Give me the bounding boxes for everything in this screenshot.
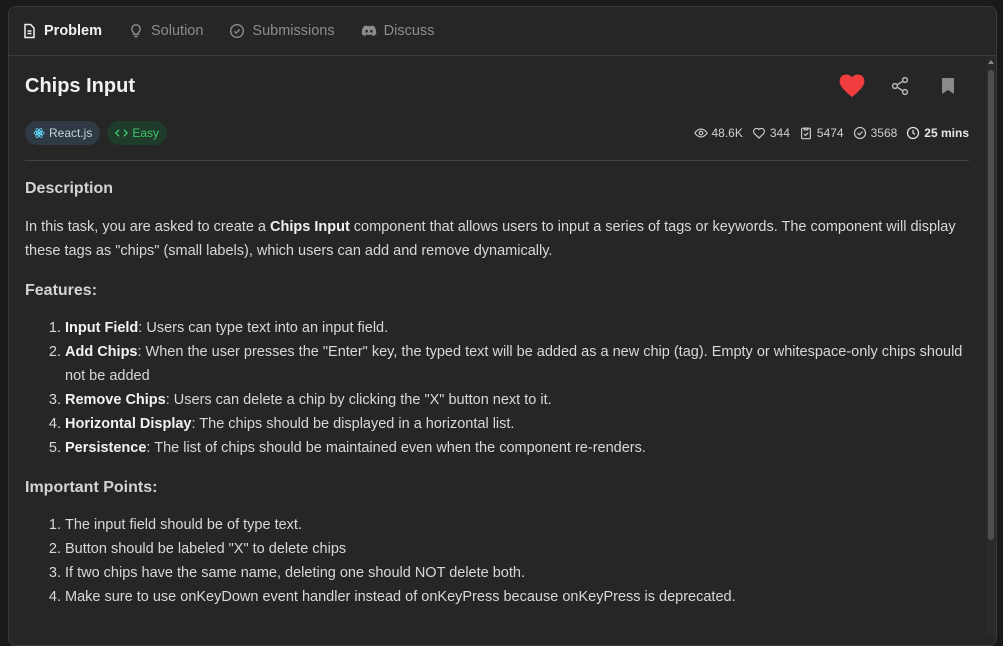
divider (25, 160, 969, 161)
difficulty-label: Easy (132, 126, 160, 140)
list-item: If two chips have the same name, deletin… (65, 561, 969, 585)
list-item: Remove Chips: Users can delete a chip by… (65, 388, 969, 412)
list-item: Add Chips: When the user presses the "En… (65, 340, 969, 388)
list-item: Horizontal Display: The chips should be … (65, 412, 969, 436)
bookmark-icon (942, 78, 954, 94)
discord-icon (361, 25, 376, 37)
list-item: The input field should be of type text. (65, 513, 969, 537)
description-heading: Description (25, 180, 114, 197)
tab-problem[interactable]: Problem (21, 23, 102, 39)
react-icon (33, 128, 45, 138)
scroll-up-icon[interactable] (988, 60, 994, 64)
list-item: Make sure to use onKeyDown event handler… (65, 585, 969, 609)
important-list: The input field should be of type text. … (25, 513, 969, 609)
list-item: Button should be labeled "X" to delete c… (65, 537, 969, 561)
share-icon (891, 76, 909, 96)
tech-tag-label: React.js (49, 126, 93, 140)
time-stat: 25 mins (906, 126, 969, 140)
list-item: Persistence: The list of chips should be… (65, 436, 969, 460)
scrollbar[interactable] (986, 56, 996, 636)
tab-discuss[interactable]: Discuss (361, 23, 435, 39)
tab-label: Problem (44, 23, 103, 39)
document-icon (24, 23, 35, 39)
problem-stats: 48.6K 344 5474 3568 25 mins (693, 126, 969, 140)
tab-solution[interactable]: Solution (128, 23, 203, 39)
submissions-stat: 5474 (799, 126, 844, 140)
tech-tag[interactable]: React.js (25, 121, 101, 145)
features-heading: Features: (25, 282, 98, 299)
scrollbar-thumb[interactable] (988, 70, 994, 540)
tab-bar: Problem Solution Submissions Discuss (9, 7, 996, 56)
problem-actions (839, 73, 969, 99)
share-button[interactable] (887, 73, 913, 99)
heart-icon (839, 74, 865, 98)
code-icon (115, 129, 129, 137)
tab-submissions[interactable]: Submissions (229, 23, 335, 39)
solved-stat: 3568 (853, 126, 897, 140)
views-stat: 48.6K (693, 126, 743, 140)
check-circle-icon (230, 23, 245, 39)
description-text: In this task, you are asked to create a … (25, 219, 956, 259)
clock-icon (907, 126, 920, 140)
bookmark-button[interactable] (935, 73, 961, 99)
likes-stat: 344 (752, 126, 790, 140)
heart-outline-icon (752, 127, 765, 139)
lightbulb-icon (131, 24, 141, 38)
features-list: Input Field: Users can type text into an… (25, 316, 969, 460)
tab-label: Submissions (252, 23, 335, 39)
eye-icon (693, 128, 708, 138)
list-item: Input Field: Users can type text into an… (65, 316, 969, 340)
tab-label: Solution (151, 23, 204, 39)
problem-panel: Problem Solution Submissions Discuss Chi… (8, 6, 997, 646)
problem-content: Chips Input React.js Easy 48.6K 344 5474… (9, 56, 996, 636)
check-circle-icon (853, 126, 866, 140)
like-button[interactable] (839, 73, 865, 99)
important-heading: Important Points: (25, 479, 158, 496)
clipboard-check-icon (800, 127, 811, 140)
problem-title: Chips Input (25, 74, 135, 97)
tab-label: Discuss (383, 23, 435, 39)
difficulty-tag: Easy (107, 121, 168, 145)
